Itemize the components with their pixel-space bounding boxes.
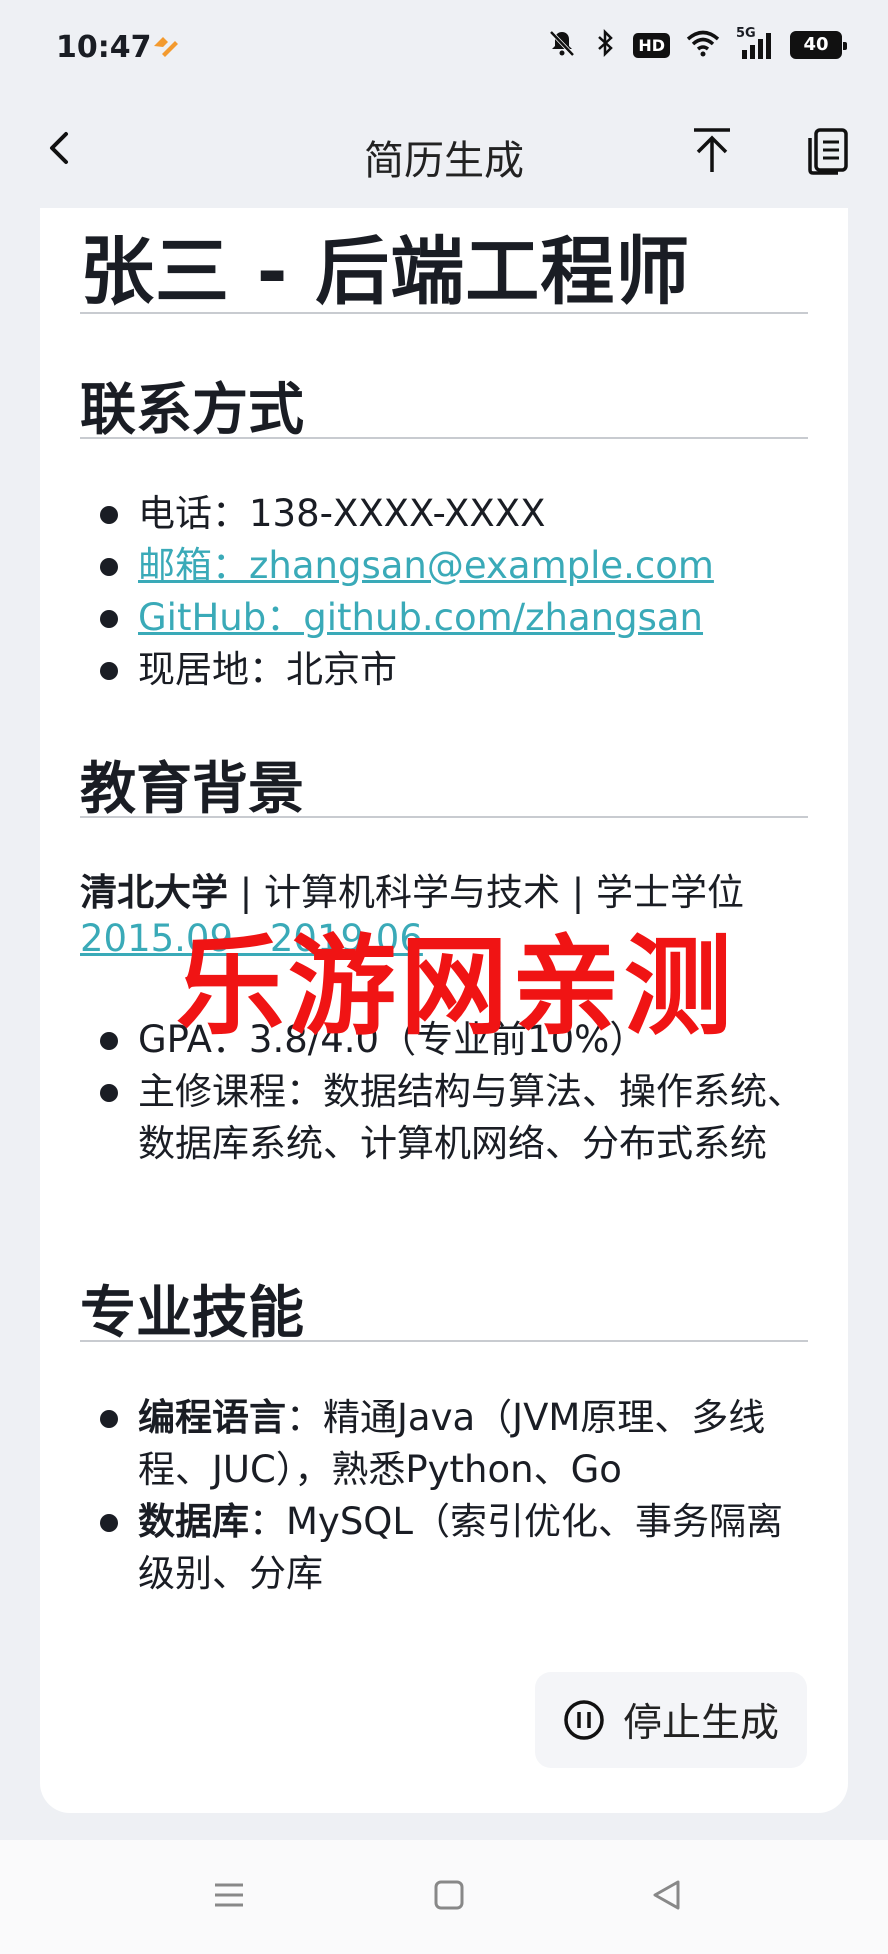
watermark-overlay: 乐游网亲测 xyxy=(176,925,737,1050)
skill-item: 数据库：MySQL（索引优化、事务隔离级别、分库 xyxy=(80,1496,815,1600)
skill-label: 数据库 xyxy=(138,1500,249,1543)
battery-indicator: 40 xyxy=(790,31,847,59)
contact-github-link[interactable]: GitHub：github.com/zhangsan xyxy=(80,592,815,644)
stop-generating-button[interactable]: 停止生成 xyxy=(535,1672,807,1768)
mute-bell-icon xyxy=(547,28,577,62)
education-courses: 主修课程：数据结构与算法、操作系统、数据库系统、计算机网络、分布式系统 xyxy=(80,1066,815,1170)
hd-badge: HD xyxy=(633,32,670,58)
stop-button-label: 停止生成 xyxy=(622,1701,779,1746)
heading-divider xyxy=(80,312,808,314)
skills-divider xyxy=(80,1340,808,1342)
skill-label: 编程语言 xyxy=(138,1396,286,1439)
network-type: 5G xyxy=(736,26,756,41)
contact-divider xyxy=(80,437,808,439)
wifi-icon xyxy=(686,29,720,61)
contact-section-title: 联系方式 xyxy=(80,378,304,443)
status-icons: HD 5G 40 xyxy=(547,26,847,62)
app-notification-icon xyxy=(150,32,180,64)
contact-list: 电话：138-XXXX-XXXX 邮箱：zhangsan@example.com… xyxy=(80,488,815,696)
scroll-to-top-icon[interactable] xyxy=(690,126,734,180)
skill-item: 编程语言：精通Java（JVM原理、多线程、JUC），熟悉Python、Go xyxy=(80,1392,815,1496)
skills-list: 编程语言：精通Java（JVM原理、多线程、JUC），熟悉Python、Go 数… xyxy=(80,1392,815,1600)
bluetooth-icon xyxy=(593,28,617,62)
education-divider xyxy=(80,816,808,818)
copy-document-icon[interactable] xyxy=(806,126,850,180)
menu-icon[interactable] xyxy=(212,1878,246,1916)
email-link-text[interactable]: 邮箱：zhangsan@example.com xyxy=(138,544,714,587)
home-icon[interactable] xyxy=(432,1878,466,1916)
cellular-signal-icon: 5G xyxy=(736,26,774,60)
skills-section-title: 专业技能 xyxy=(80,1281,304,1346)
status-time: 10:47 xyxy=(56,30,152,65)
back-triangle-icon[interactable] xyxy=(650,1878,684,1916)
github-link-text[interactable]: GitHub：github.com/zhangsan xyxy=(138,596,703,639)
resume-heading: 张三 - 后端工程师 xyxy=(80,229,691,315)
battery-level: 40 xyxy=(803,34,829,55)
status-bar: 10:47 HD 5G 40 xyxy=(0,0,888,100)
page-title: 简历生成 xyxy=(364,138,524,184)
contact-phone: 电话：138-XXXX-XXXX xyxy=(80,488,815,540)
contact-email-link[interactable]: 邮箱：zhangsan@example.com xyxy=(80,540,815,592)
education-section-title: 教育背景 xyxy=(80,757,304,822)
contact-location: 现居地：北京市 xyxy=(80,644,815,696)
battery-nub xyxy=(843,42,847,50)
pause-icon xyxy=(564,1700,604,1740)
